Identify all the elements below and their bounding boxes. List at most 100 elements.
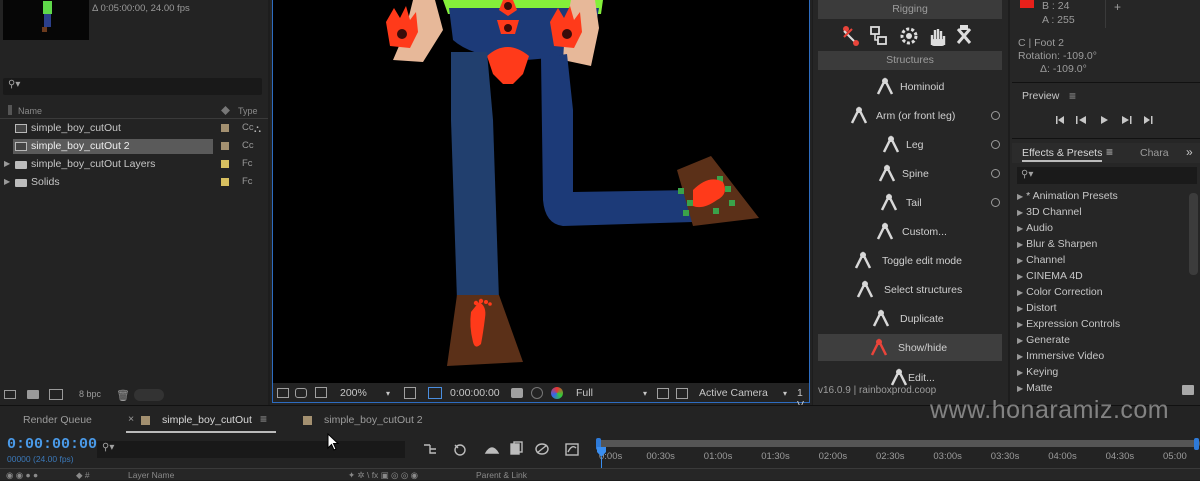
effects-category[interactable]: ▶ Expression Controls [1017,318,1120,330]
region-of-interest-icon[interactable] [428,387,442,399]
new-folder-icon[interactable] [27,390,39,399]
rig-button-arm-or-front-leg[interactable]: Arm (or front leg) [818,102,1002,129]
column-type[interactable]: Type [238,106,258,116]
effects-category[interactable]: ▶ Matte [1017,382,1052,394]
vr-icon[interactable] [295,388,307,398]
tab-render-queue[interactable]: Render Queue [23,414,92,426]
av-features-icons: ◉ ◉ ● ● [6,470,39,480]
interpret-footage-icon[interactable] [4,390,16,399]
tab-comp-1[interactable]: simple_boy_cutOut [162,414,252,426]
radio-indicator[interactable] [991,198,1000,207]
label-color-swatch[interactable] [221,160,229,168]
rig-button-hominoid[interactable]: Hominoid [818,73,1002,100]
magnification-select[interactable]: 200% [340,387,367,399]
expand-triangle-icon[interactable]: ▶ [4,177,10,186]
effects-category[interactable]: ▶ Keying [1017,366,1058,378]
column-layer-name[interactable]: Layer Name [128,470,174,480]
rigging-toolbar [836,23,986,49]
rig-button-show-hide[interactable]: Show/hide [818,334,1002,361]
project-item[interactable]: ▶ simple_boy_cutOut Layers Fc [0,156,268,173]
label-color-swatch[interactable] [221,178,229,186]
new-folder-icon[interactable] [1182,385,1194,395]
preview-title: Preview [1022,90,1060,102]
effects-scrollbar[interactable] [1189,193,1198,275]
rig-button-toggle-edit-mode[interactable]: Toggle edit mode [818,247,1002,274]
label-color-swatch[interactable] [221,124,229,132]
project-item[interactable]: simple_boy_cutOut Cc [0,120,268,137]
label-column-icon[interactable] [221,106,230,115]
trash-icon[interactable]: 🗑 [116,389,130,402]
search-icon: ⚲▾ [102,442,115,453]
snapshot-icon[interactable] [511,388,523,398]
playhead-icon[interactable] [597,447,606,457]
thumbnail-slider[interactable] [134,389,164,401]
fast-previews-icon[interactable] [657,388,669,399]
column-parent-link[interactable]: Parent & Link [476,470,527,480]
column-name[interactable]: Name [18,106,42,116]
panel-divider [1012,82,1200,83]
rig-button-spine[interactable]: Spine [818,160,1002,187]
rig-button-leg[interactable]: Leg [818,131,1002,158]
grid-guides-icon[interactable] [404,387,416,399]
resolution-select[interactable]: Full [576,387,593,399]
tab-character[interactable]: Chara [1140,147,1169,159]
project-item[interactable]: simple_boy_cutOut 2 Cc [0,138,268,155]
info-alpha: A : 255 [1042,14,1075,26]
mask-visibility-icon[interactable] [315,387,327,398]
project-item-name: simple_boy_cutOut [31,122,121,134]
rig-button-select-structures[interactable]: Select structures [818,276,1002,303]
project-item[interactable]: ▶ Solids Fc [0,174,268,191]
timeline-search-input[interactable]: ⚲▾ [97,441,405,458]
effects-category[interactable]: ▶ Immersive Video [1017,350,1104,362]
effects-category[interactable]: ▶ Audio [1017,222,1053,234]
comp-label-color [141,416,150,425]
more-tabs-icon[interactable]: » [1186,145,1193,159]
play-icon [1101,116,1108,124]
effects-category[interactable]: ▶ CINEMA 4D [1017,270,1083,282]
effects-category[interactable]: ▶ 3D Channel [1017,206,1082,218]
current-time-display[interactable]: 0:00:00:00 [7,436,97,453]
info-delta: Δ: -109.0° [1040,63,1087,75]
show-snapshot-icon[interactable] [531,387,543,399]
work-area-end-handle[interactable] [1194,438,1199,450]
expand-triangle-icon: ▶ [1017,384,1024,393]
viewer-timecode[interactable]: 0:00:00:00 [450,387,500,399]
effects-category[interactable]: ▶ Blur & Sharpen [1017,238,1097,250]
effects-category[interactable]: ▶ Distort [1017,302,1057,314]
effects-category[interactable]: ▶ * Animation Presets [1017,190,1118,202]
project-search-input[interactable]: ⚲▾ [3,78,262,95]
rig-button-duplicate[interactable]: Duplicate [818,305,1002,332]
composition-canvas[interactable] [273,0,809,383]
always-preview-icon[interactable] [277,388,289,398]
radio-indicator[interactable] [991,169,1000,178]
comp-duration-info: Δ 0:05:00:00, 24.00 fps [92,3,190,14]
camera-select[interactable]: Active Camera [699,387,768,399]
tab-effects-presets[interactable]: Effects & Presets [1022,147,1103,162]
channel-icon[interactable] [551,387,563,399]
panel-menu-icon[interactable]: ≡ [1106,145,1113,159]
new-comp-icon[interactable] [49,389,63,400]
rig-button-custom[interactable]: Custom... [818,218,1002,245]
panel-menu-icon[interactable]: ≡ [1069,89,1076,103]
effects-search-input[interactable]: ⚲▾ [1017,167,1197,184]
custom-bone-icon [874,221,898,243]
transparency-grid-icon[interactable] [676,388,688,399]
effects-category-label: 3D Channel [1026,206,1082,218]
effects-category[interactable]: ▶ Channel [1017,254,1065,266]
effects-category[interactable]: ▶ Color Correction [1017,286,1103,298]
rig-button-tail[interactable]: Tail [818,189,1002,216]
work-area-bar[interactable] [598,440,1200,447]
radio-indicator[interactable] [991,140,1000,149]
bpc-button[interactable]: 8 bpc [79,389,101,399]
effects-category[interactable]: ▶ Generate [1017,334,1070,346]
composition-flowchart-icon [424,444,436,454]
add-icon[interactable]: + [1114,0,1121,14]
expand-triangle-icon[interactable]: ▶ [4,159,10,168]
tab-comp-2[interactable]: simple_boy_cutOut 2 [324,414,423,426]
effects-category-label: Color Correction [1026,286,1103,298]
draft-3d-icon [454,444,466,456]
label-color-swatch[interactable] [221,142,229,150]
radio-indicator[interactable] [991,111,1000,120]
close-tab-icon[interactable]: × [128,413,134,425]
panel-menu-icon[interactable]: ≡ [260,412,267,426]
